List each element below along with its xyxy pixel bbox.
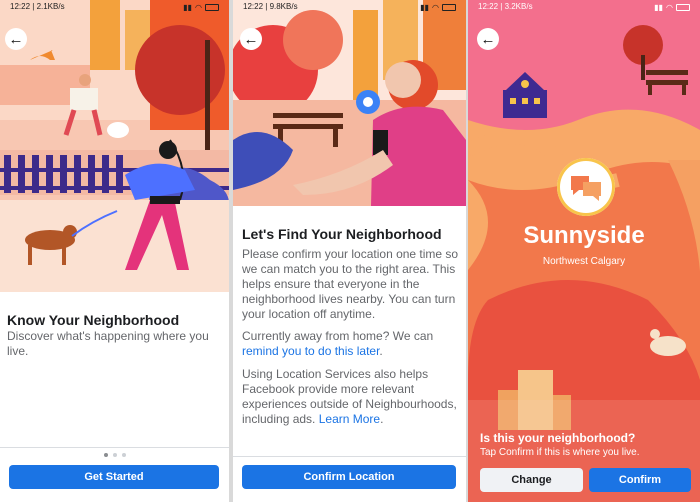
get-started-button[interactable]: Get Started	[9, 465, 219, 489]
divider	[0, 447, 229, 448]
status-bar: 12:22 | 9.8KB/s ▮▮ ◠	[233, 0, 466, 14]
wifi-icon: ◠	[666, 2, 673, 12]
page-indicator	[0, 453, 229, 457]
remind-later-prefix: Currently away from home? We can	[242, 329, 434, 343]
page-title: Let's Find Your Neighborhood	[242, 226, 442, 242]
page-dot	[121, 453, 126, 457]
confirm-location-button[interactable]: Confirm Location	[242, 465, 456, 489]
page-description: Discover what's happening where you live…	[7, 329, 209, 358]
back-arrow-icon[interactable]: ←	[477, 28, 499, 50]
status-bar: 12:22 | 3.2KB/s ▮▮ ◠	[468, 0, 700, 14]
confirm-question: Is this your neighborhood?	[480, 431, 636, 445]
learn-more-link[interactable]: Learn More	[319, 412, 380, 426]
divider	[233, 456, 466, 457]
status-time: 12:22 | 2.1KB/s	[10, 2, 65, 11]
signal-icon: ▮▮	[654, 2, 664, 12]
wifi-icon: ◠	[432, 2, 439, 12]
back-arrow-icon[interactable]: ←	[5, 28, 27, 50]
remind-later-link[interactable]: remind you to do this later	[242, 344, 379, 358]
neighborhood-confirm-screen: 12:22 | 3.2KB/s ▮▮ ◠ ← Sunnyside Northwes…	[468, 0, 700, 502]
confirm-button[interactable]: Confirm	[589, 468, 691, 492]
wifi-icon: ◠	[195, 2, 202, 12]
back-arrow-icon[interactable]: ←	[240, 28, 262, 50]
page-dot	[112, 453, 117, 457]
page-dot	[103, 453, 108, 457]
location-illustration	[233, 0, 466, 206]
battery-icon	[676, 3, 690, 11]
status-time: 12:22 | 3.2KB/s	[478, 2, 533, 11]
neighborhood-map-illustration	[468, 0, 700, 502]
status-bar: 12:22 | 2.1KB/s ▮▮ ◠	[0, 0, 229, 14]
page-title: Know Your Neighborhood	[7, 312, 180, 328]
confirm-hint: Tap Confirm if this is where you live.	[480, 447, 640, 458]
signal-icon: ▮▮	[420, 2, 430, 12]
chat-bubbles-icon	[571, 176, 601, 201]
signal-icon: ▮▮	[183, 2, 193, 12]
location-services-text: Using Location Services also helps Faceb…	[242, 367, 457, 426]
battery-icon	[442, 3, 456, 11]
neighborhood-badge	[557, 158, 615, 216]
onboarding-screen-2: 12:22 | 9.8KB/s ▮▮ ◠ ← Let's Find Your Ne…	[233, 0, 466, 502]
change-button[interactable]: Change	[480, 468, 583, 492]
status-time: 12:22 | 9.8KB/s	[243, 2, 298, 11]
neighborhood-region: Northwest Calgary	[542, 256, 626, 267]
onboarding-screen-1: 12:22 | 2.1KB/s ▮▮ ◠ ← Know Your Neighbor…	[0, 0, 229, 502]
neighborhood-name: Sunnyside	[523, 222, 645, 249]
remind-later-text: Currently away from home? We can remind …	[242, 329, 434, 358]
neighborhood-illustration	[0, 0, 229, 292]
battery-icon	[205, 3, 219, 11]
location-explanation: Please confirm your location one time so…	[242, 247, 459, 321]
